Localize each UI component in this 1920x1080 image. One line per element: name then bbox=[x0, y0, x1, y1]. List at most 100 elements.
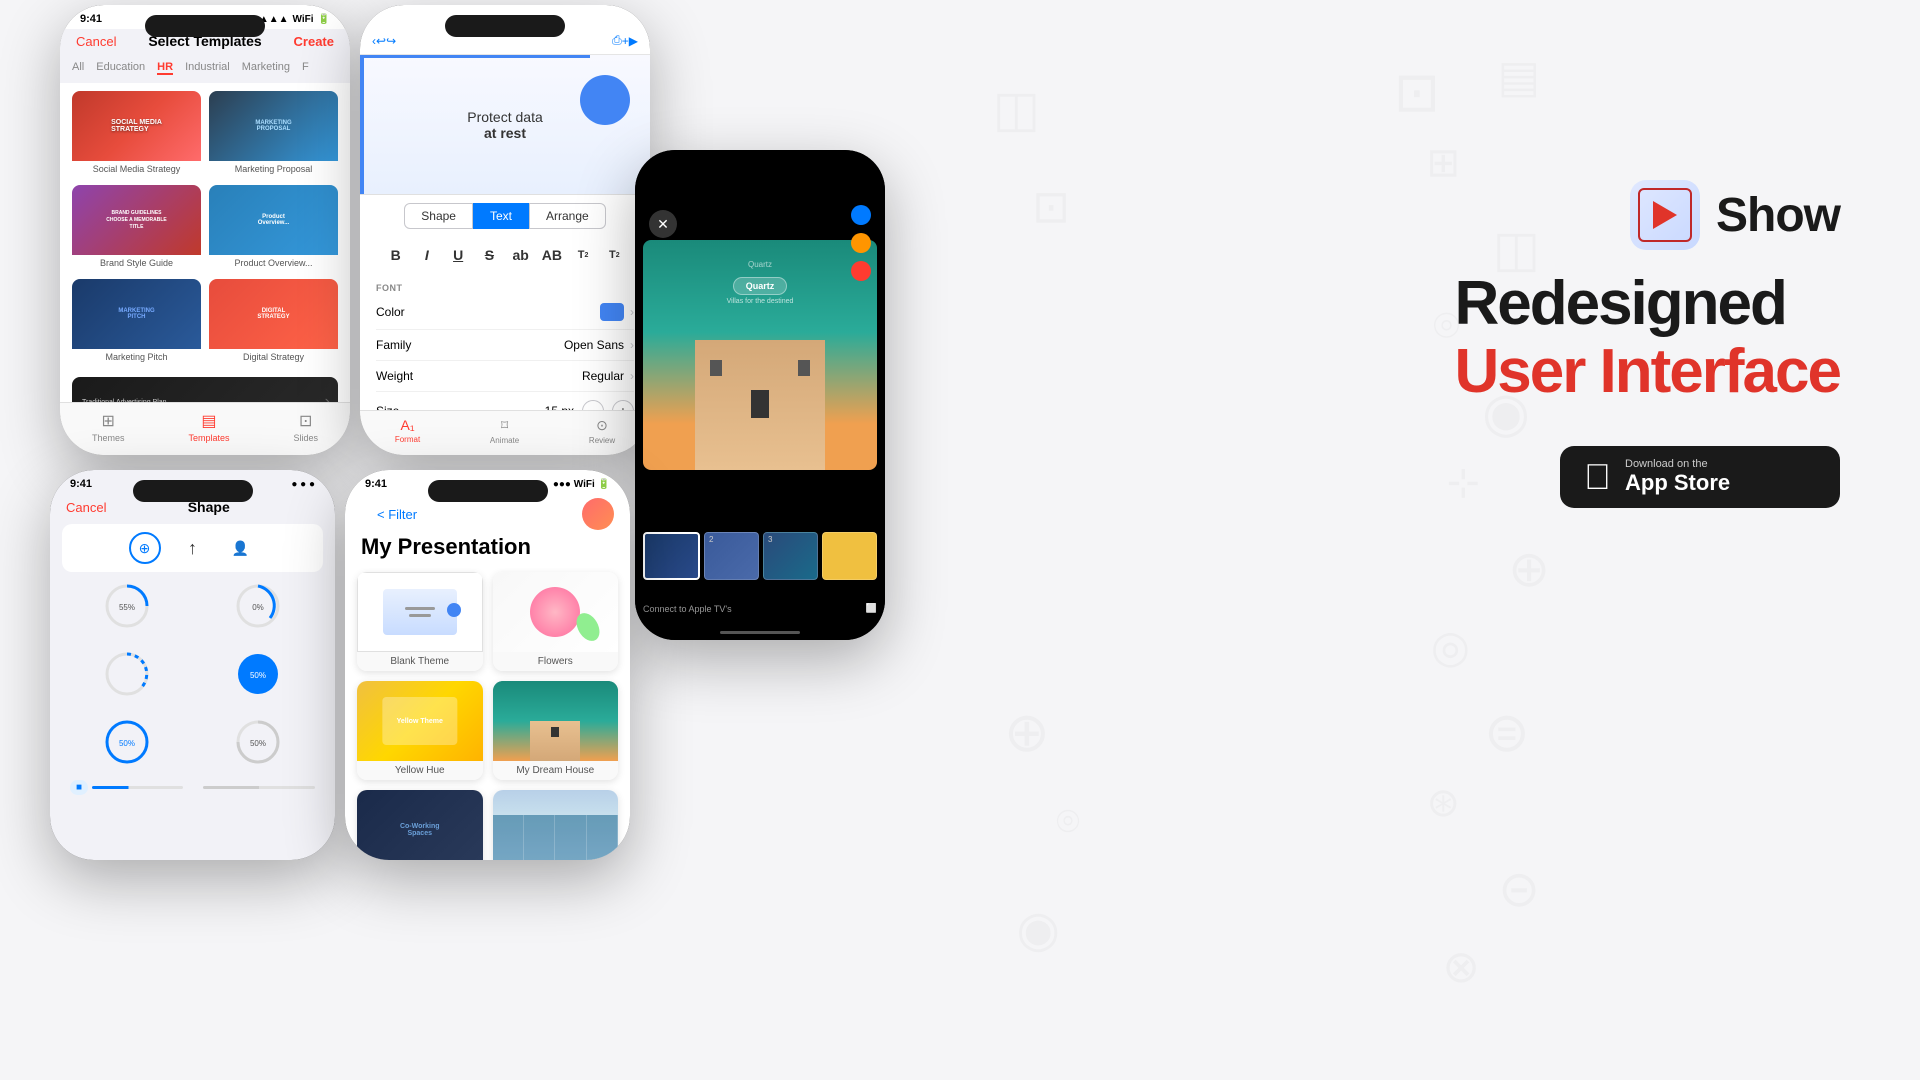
tab-all[interactable]: All bbox=[72, 61, 84, 75]
nav-animate[interactable]: ⌑ Animate bbox=[490, 417, 519, 445]
slide-thumb-4[interactable] bbox=[822, 532, 877, 580]
apple-logo-icon:  bbox=[1584, 459, 1611, 495]
list-item[interactable]: Yellow Theme Yellow Hue bbox=[357, 681, 483, 780]
close-button[interactable]: ✕ bbox=[649, 210, 677, 238]
nav-slides[interactable]: ⊡ Slides bbox=[293, 411, 318, 443]
toolbar-add[interactable]: + bbox=[622, 34, 629, 48]
quartz-subtitle: Villas for the destined bbox=[727, 298, 794, 305]
tab-arrange[interactable]: Arrange bbox=[529, 203, 606, 229]
nav-review[interactable]: ⊙ Review bbox=[589, 417, 615, 445]
arc-control-4: 50% bbox=[232, 648, 284, 700]
list-item[interactable]: BRAND GUIDELINESCHOOSE A MEMORABLETITLE … bbox=[72, 185, 201, 271]
underline-button[interactable]: U bbox=[443, 239, 474, 271]
list-item[interactable]: Co-WorkingSpaces Co-Working bbox=[357, 790, 483, 860]
tab-industrial[interactable]: Industrial bbox=[185, 61, 230, 75]
redesigned-text-block: Redesigned User Interface bbox=[1454, 270, 1840, 406]
blue-circle bbox=[580, 75, 630, 125]
superscript-button[interactable]: T2 bbox=[568, 239, 599, 271]
control-6: 50% bbox=[201, 716, 316, 768]
phone-my-presentation: 9:41 ●●● WiFi 🔋 < Filter My Presentation… bbox=[345, 470, 630, 860]
tab-shape[interactable]: Shape bbox=[404, 203, 473, 229]
tab-more[interactable]: F bbox=[302, 61, 309, 75]
chevron-icon-3: › bbox=[630, 369, 634, 383]
red-dot bbox=[851, 261, 871, 281]
bottom-nav-2: A₁ Format ⌑ Animate ⊙ Review bbox=[360, 410, 650, 455]
strikethrough-button[interactable]: S bbox=[474, 239, 505, 271]
subscript-button[interactable]: T2 bbox=[599, 239, 630, 271]
nav-slides-label: Slides bbox=[293, 433, 318, 443]
up-tool[interactable]: ↑ bbox=[177, 532, 209, 564]
toolbar-share[interactable]: ⎙ bbox=[612, 33, 622, 48]
tab-hr[interactable]: HR bbox=[157, 61, 173, 75]
control-4: 50% bbox=[201, 648, 316, 700]
font-family-row[interactable]: Family Open Sans › bbox=[376, 330, 634, 361]
person-tool[interactable]: 👤 bbox=[225, 532, 257, 564]
slider-2-container bbox=[203, 786, 316, 789]
slide-thumb-1[interactable] bbox=[643, 532, 700, 580]
control-3 bbox=[70, 648, 185, 700]
uppercase-button[interactable]: AB bbox=[536, 239, 567, 271]
slide-thumb-3[interactable]: 3 bbox=[763, 532, 818, 580]
list-item[interactable]: Architecture bbox=[493, 790, 619, 860]
weight-value: Regular bbox=[582, 369, 624, 383]
phone-notch-5 bbox=[700, 158, 820, 180]
slider-2[interactable] bbox=[203, 786, 316, 789]
store-label: App Store bbox=[1625, 470, 1730, 496]
svg-text:50%: 50% bbox=[119, 739, 135, 748]
dream-house-thumb bbox=[493, 681, 619, 761]
orange-dot bbox=[851, 233, 871, 253]
control-1: 55% bbox=[70, 580, 185, 632]
tab-text[interactable]: Text bbox=[473, 203, 529, 229]
slide-thumb-2[interactable]: 2 bbox=[704, 532, 759, 580]
create-button[interactable]: Create bbox=[294, 34, 334, 49]
tab-education[interactable]: Education bbox=[96, 61, 145, 75]
list-item[interactable]: DIGITALSTRATEGY Digital Strategy bbox=[209, 279, 338, 365]
blank-theme-name: Blank Theme bbox=[357, 652, 483, 671]
font-color-row[interactable]: Color › bbox=[376, 295, 634, 330]
dream-house-name: My Dream House bbox=[493, 761, 619, 780]
font-weight-row[interactable]: Weight Regular › bbox=[376, 361, 634, 392]
tab-marketing[interactable]: Marketing bbox=[242, 61, 290, 75]
template-thumb: MARKETINGPROPOSAL bbox=[209, 91, 338, 161]
bold-button[interactable]: B bbox=[380, 239, 411, 271]
list-item[interactable]: ProductOverview... Product Overview... bbox=[209, 185, 338, 271]
slides-icon: ⊡ bbox=[299, 411, 312, 431]
svg-text:50%: 50% bbox=[250, 739, 266, 748]
quartz-badge: Quartz bbox=[733, 277, 788, 295]
template-thumb: SOCIAL MEDIASTRATEGY bbox=[72, 91, 201, 161]
radius-tool[interactable]: ⊕ bbox=[129, 532, 161, 564]
list-item[interactable]: Flowers bbox=[493, 572, 619, 671]
list-item[interactable]: Blank Theme bbox=[357, 572, 483, 671]
toolbar-redo[interactable]: ↪ bbox=[386, 34, 396, 48]
template-name: Social Media Strategy bbox=[72, 161, 201, 177]
time-1: 9:41 bbox=[80, 13, 102, 25]
nav-themes[interactable]: ⊞ Themes bbox=[92, 411, 125, 443]
bottom-nav-1: ⊞ Themes ▤ Templates ⊡ Slides bbox=[60, 402, 350, 455]
family-label: Family bbox=[376, 338, 411, 352]
lowercase-button[interactable]: ab bbox=[505, 239, 536, 271]
app-store-button[interactable]:  Download on the App Store bbox=[1560, 446, 1840, 508]
thumb-num-1 bbox=[645, 534, 698, 538]
play-icon bbox=[1653, 201, 1677, 229]
slider-1[interactable] bbox=[92, 786, 182, 789]
italic-button[interactable]: I bbox=[411, 239, 442, 271]
cancel-button[interactable]: Cancel bbox=[76, 34, 116, 49]
nav-templates[interactable]: ▤ Templates bbox=[188, 411, 229, 443]
animate-icon: ⌑ bbox=[501, 417, 508, 434]
flowers-name: Flowers bbox=[493, 652, 619, 671]
nav-format[interactable]: A₁ Format bbox=[395, 417, 420, 445]
filter-button[interactable]: < Filter bbox=[361, 503, 433, 526]
toolbar-undo[interactable]: ↩ bbox=[376, 34, 386, 48]
slide-area: Protect data at rest bbox=[360, 55, 650, 195]
list-item[interactable]: MARKETINGPROPOSAL Marketing Proposal bbox=[209, 91, 338, 177]
phone-notch-2 bbox=[445, 15, 565, 37]
list-item[interactable]: MARKETINGPITCH Marketing Pitch bbox=[72, 279, 201, 365]
template-name: Marketing Pitch bbox=[72, 349, 201, 365]
list-item[interactable]: My Dream House bbox=[493, 681, 619, 780]
color-swatch[interactable] bbox=[600, 303, 624, 321]
co-working-thumb: Co-WorkingSpaces bbox=[357, 790, 483, 860]
list-item[interactable]: SOCIAL MEDIASTRATEGY Social Media Strate… bbox=[72, 91, 201, 177]
shape-cancel[interactable]: Cancel bbox=[66, 500, 106, 515]
toolbar-play[interactable]: ▶ bbox=[629, 34, 638, 48]
slider-1-value: ■ bbox=[70, 780, 88, 795]
